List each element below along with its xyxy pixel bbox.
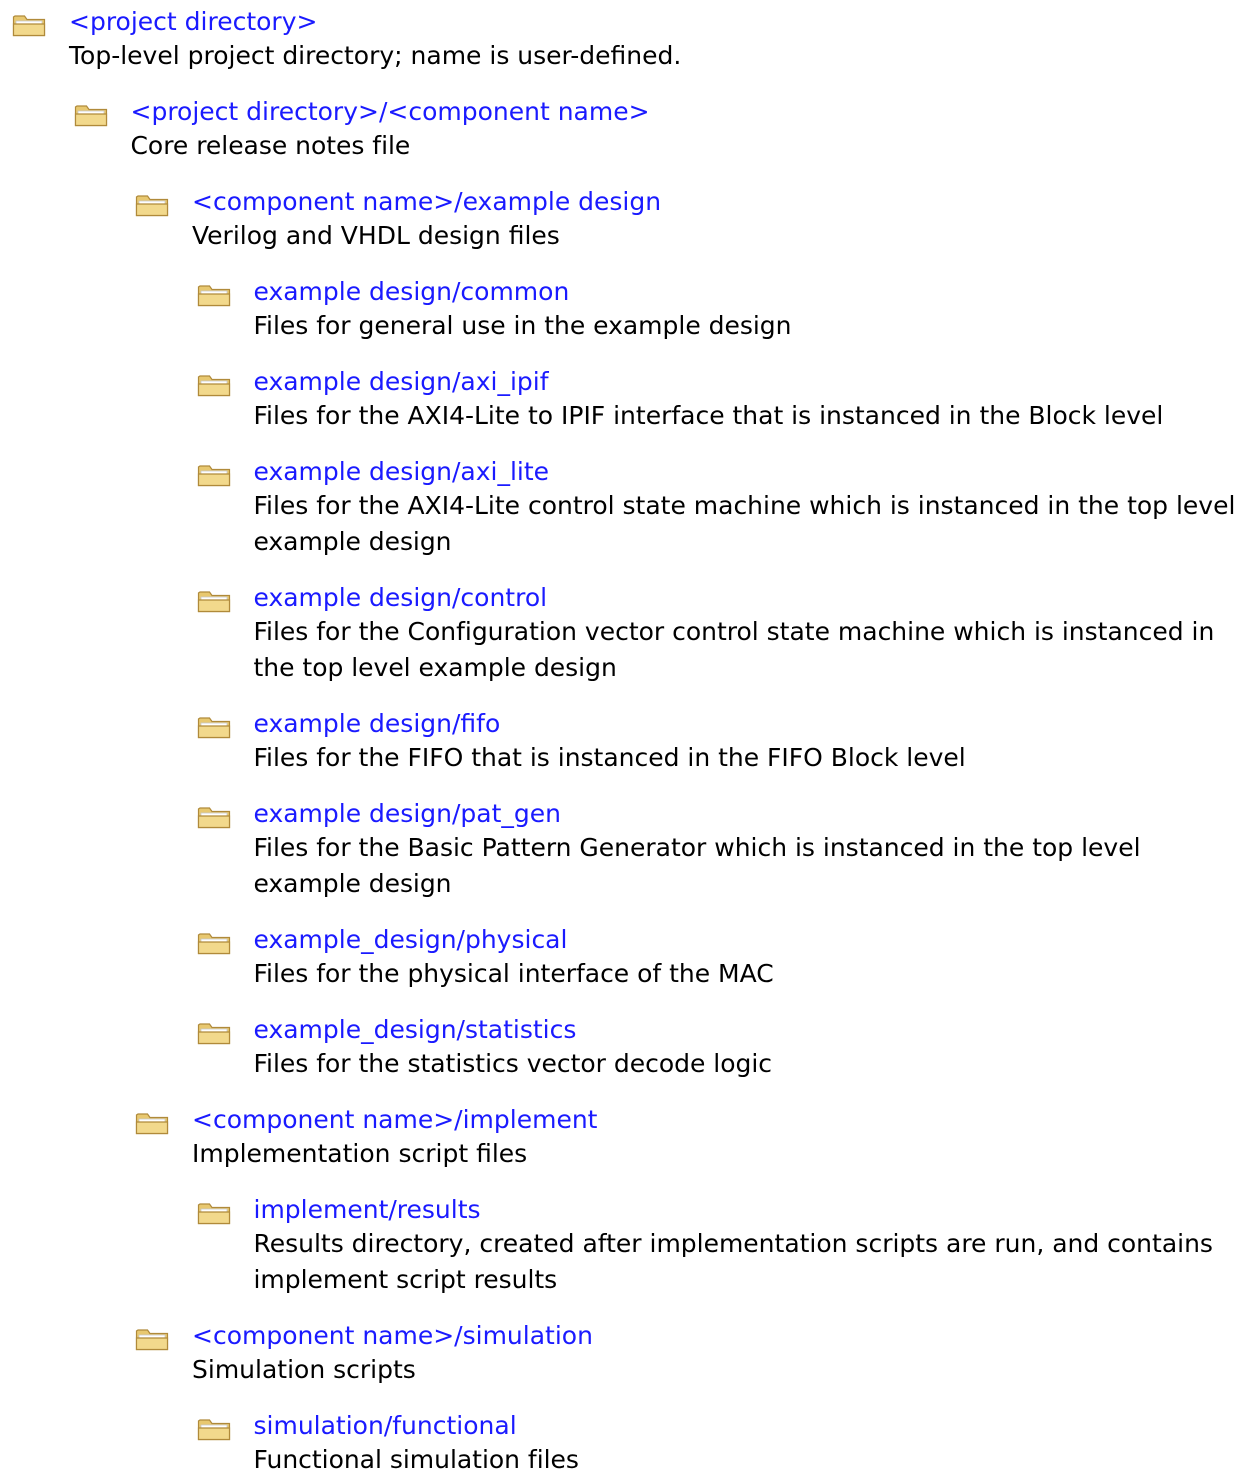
folder-path-link[interactable]: simulation/functional bbox=[254, 1408, 517, 1444]
folder-icon bbox=[197, 933, 230, 955]
folder-description: Verilog and VHDL design files bbox=[192, 218, 1245, 254]
description-line: Top-level project directory; name is use… bbox=[69, 41, 682, 70]
folder-description: Files for the physical interface of the … bbox=[254, 956, 1246, 992]
folder-path-link[interactable]: example design/axi_lite bbox=[254, 454, 550, 490]
folder-icon bbox=[135, 1329, 169, 1351]
folder-description: Implementation script files bbox=[192, 1136, 1245, 1172]
folder-path-link[interactable]: example_design/statistics bbox=[254, 1012, 577, 1048]
folder-icon bbox=[197, 1203, 230, 1225]
folder-icon bbox=[135, 1113, 169, 1135]
folder-description: Functional simulation files bbox=[254, 1442, 1246, 1478]
folder-path-link[interactable]: implement/results bbox=[254, 1192, 481, 1228]
folder-description: Simulation scripts bbox=[192, 1352, 1245, 1388]
folder-description: Top-level project directory; name is use… bbox=[69, 38, 1245, 74]
folder-path-link[interactable]: example design/axi_ipif bbox=[254, 364, 549, 400]
folder-icon bbox=[197, 1023, 230, 1045]
folder-path-link[interactable]: <component name>/implement bbox=[192, 1102, 597, 1138]
description-line: the top level example design bbox=[253, 653, 617, 682]
description-line: Files for the physical interface of the … bbox=[253, 959, 774, 988]
folder-icon bbox=[197, 591, 230, 613]
description-line: Simulation scripts bbox=[192, 1355, 416, 1384]
description-line: Verilog and VHDL design files bbox=[192, 221, 560, 250]
folder-icon bbox=[197, 717, 230, 739]
folder-icon bbox=[74, 105, 107, 127]
folder-description: Files for the Configuration vector contr… bbox=[254, 614, 1246, 686]
description-line: Core release notes file bbox=[130, 131, 411, 160]
folder-icon bbox=[197, 375, 230, 397]
folder-description: Files for the AXI4-Lite to IPIF interfac… bbox=[254, 398, 1246, 434]
folder-description: Files for the Basic Pattern Generator wh… bbox=[254, 830, 1246, 902]
folder-description: Files for the statistics vector decode l… bbox=[254, 1046, 1246, 1082]
folder-description: Results directory, created after impleme… bbox=[254, 1226, 1246, 1298]
folder-path-link[interactable]: example design/fifo bbox=[254, 706, 501, 742]
description-line: Files for the AXI4-Lite to IPIF interfac… bbox=[253, 401, 1164, 430]
description-line: Files for the statistics vector decode l… bbox=[253, 1049, 773, 1078]
folder-description: Files for the AXI4-Lite control state ma… bbox=[254, 488, 1246, 560]
folder-description: Core release notes file bbox=[131, 128, 1246, 164]
folder-icon bbox=[197, 285, 230, 307]
folder-icon bbox=[197, 465, 230, 487]
folder-path-link[interactable]: <component name>/simulation bbox=[192, 1318, 593, 1354]
description-line: example design bbox=[253, 527, 452, 556]
folder-icon bbox=[197, 1419, 230, 1441]
description-line: Files for the FIFO that is instanced in … bbox=[253, 743, 966, 772]
description-line: Files for general use in the example des… bbox=[253, 311, 792, 340]
folder-icon bbox=[197, 807, 230, 829]
folder-description: Files for general use in the example des… bbox=[254, 308, 1246, 344]
description-line: Files for the Basic Pattern Generator wh… bbox=[253, 833, 1141, 862]
folder-path-link[interactable]: example design/control bbox=[254, 580, 548, 616]
folder-path-link[interactable]: <project directory> bbox=[69, 4, 317, 40]
folder-path-link[interactable]: example design/common bbox=[254, 274, 570, 310]
directory-tree: <project directory> Top-level project dir… bbox=[0, 0, 1249, 1478]
description-line: Results directory, created after impleme… bbox=[253, 1229, 1213, 1258]
folder-icon bbox=[12, 15, 46, 37]
description-line: Functional simulation files bbox=[253, 1445, 579, 1474]
folder-description: Files for the FIFO that is instanced in … bbox=[254, 740, 1246, 776]
folder-path-link[interactable]: example design/pat_gen bbox=[254, 796, 562, 832]
description-line: Implementation script files bbox=[192, 1139, 528, 1168]
description-line: Files for the AXI4-Lite control state ma… bbox=[253, 491, 1236, 520]
description-line: example design bbox=[253, 869, 452, 898]
description-line: implement script results bbox=[253, 1265, 558, 1294]
folder-path-link[interactable]: <project directory>/<component name> bbox=[131, 94, 650, 130]
description-line: Files for the Configuration vector contr… bbox=[253, 617, 1215, 646]
folder-icon bbox=[135, 195, 169, 217]
folder-path-link[interactable]: <component name>/example design bbox=[192, 184, 661, 220]
folder-path-link[interactable]: example_design/physical bbox=[254, 922, 568, 958]
